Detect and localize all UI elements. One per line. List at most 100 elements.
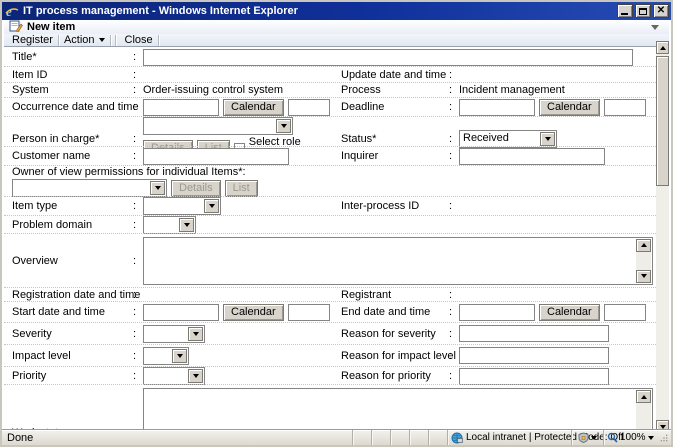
overview-textarea[interactable] xyxy=(143,237,653,285)
occurrence-calendar-button[interactable]: Calendar xyxy=(223,99,284,116)
zone-pane: Local intranet | Protected Mode: Off xyxy=(447,430,571,445)
chevron-down-icon[interactable] xyxy=(651,25,659,30)
problem-domain-select[interactable] xyxy=(143,216,196,234)
process-label: Process xyxy=(341,84,449,96)
occurrence-date-input[interactable] xyxy=(143,99,219,116)
start-date-input[interactable] xyxy=(143,304,219,321)
scrollbar-thumb[interactable] xyxy=(656,56,669,186)
row-item-id: Item ID : Update date and time : xyxy=(4,66,660,82)
safety-pane[interactable] xyxy=(571,430,603,445)
start-calendar-button[interactable]: Calendar xyxy=(223,304,284,321)
reason-priority-label: Reason for priority xyxy=(341,370,449,382)
owner-permissions-label: Owner of view permissions for individual… xyxy=(12,166,660,179)
owner-details-button[interactable]: Details xyxy=(171,180,221,197)
ie-logo-icon: e xyxy=(5,4,19,18)
work-status-scrollbar[interactable] xyxy=(636,390,651,433)
inquirer-label: Inquirer xyxy=(341,150,449,162)
priority-label: Priority xyxy=(4,370,133,382)
reason-priority-input[interactable] xyxy=(459,368,609,385)
scroll-up-icon[interactable] xyxy=(636,239,651,252)
row-person-in-charge: Person in charge* : Details List Select … xyxy=(4,116,660,146)
status-pane xyxy=(390,430,409,445)
process-value: Incident management xyxy=(459,84,565,96)
zoom-pane[interactable]: 100% xyxy=(603,430,657,445)
row-start-end-date: Start date and time : Calendar End date … xyxy=(4,301,660,322)
row-problem-domain: Problem domain : xyxy=(4,215,660,233)
status-text: Done xyxy=(2,430,352,445)
end-time-input[interactable] xyxy=(604,304,646,321)
intranet-zone-icon xyxy=(451,432,463,444)
inter-process-id-label: Inter-process ID xyxy=(341,200,449,212)
end-date-input[interactable] xyxy=(459,304,535,321)
customer-name-input[interactable] xyxy=(143,148,289,165)
end-calendar-button[interactable]: Calendar xyxy=(539,304,600,321)
safety-icon xyxy=(578,432,589,443)
action-menu-button[interactable]: Action xyxy=(59,34,110,46)
deadline-calendar-button[interactable]: Calendar xyxy=(539,99,600,116)
status-pane xyxy=(352,430,371,445)
overview-scrollbar[interactable] xyxy=(636,239,651,283)
row-title: Title* : xyxy=(4,48,660,66)
person-in-charge-label: Person in charge* xyxy=(4,133,133,145)
impact-level-select[interactable] xyxy=(143,347,189,365)
priority-select[interactable] xyxy=(143,367,205,385)
scroll-down-icon[interactable] xyxy=(636,270,651,283)
row-severity: Severity : Reason for severity : xyxy=(4,322,660,344)
update-date-label: Update date and time xyxy=(341,69,449,81)
new-item-icon xyxy=(9,19,23,35)
title-bar: e IT process management - Windows Intern… xyxy=(2,2,671,20)
end-date-label: End date and time xyxy=(341,306,449,318)
minimize-icon[interactable] xyxy=(617,4,633,18)
problem-domain-label: Problem domain xyxy=(4,219,133,231)
item-type-label: Item type xyxy=(4,200,133,212)
action-dropdown-icon xyxy=(99,38,105,42)
scroll-up-icon[interactable] xyxy=(656,41,669,54)
new-item-form: Title* : Item ID : Update date and time … xyxy=(4,48,660,433)
scroll-up-icon[interactable] xyxy=(636,390,651,403)
status-select[interactable]: Received xyxy=(459,130,557,148)
deadline-time-input[interactable] xyxy=(604,99,646,116)
maximize-icon[interactable] xyxy=(635,4,651,18)
status-pane xyxy=(428,430,447,445)
owner-list-button[interactable]: List xyxy=(225,180,258,197)
menu-separator xyxy=(115,35,116,46)
system-label: System xyxy=(4,84,133,96)
reason-impact-input[interactable] xyxy=(459,347,609,364)
row-work-status: Work status : xyxy=(4,384,660,433)
row-item-type: Item type : Inter-process ID : xyxy=(4,196,660,215)
page-scrollbar[interactable] xyxy=(656,41,669,433)
menu-separator xyxy=(158,35,159,46)
reason-severity-input[interactable] xyxy=(459,325,609,342)
browser-window: e IT process management - Windows Intern… xyxy=(0,0,673,447)
row-priority: Priority : Reason for priority : xyxy=(4,366,660,384)
register-button[interactable]: Register xyxy=(7,34,58,46)
start-time-input[interactable] xyxy=(288,304,330,321)
registration-date-label: Registration date and time xyxy=(4,289,133,301)
page-header: New item xyxy=(4,20,669,34)
system-value: Order-issuing control system xyxy=(143,84,283,96)
title-input[interactable] xyxy=(143,49,633,66)
resize-grip-icon[interactable] xyxy=(657,430,671,445)
deadline-date-input[interactable] xyxy=(459,99,535,116)
item-type-select[interactable] xyxy=(143,197,221,215)
page-title: New item xyxy=(23,21,75,33)
safety-dropdown-icon xyxy=(591,436,597,440)
severity-label: Severity xyxy=(4,328,133,340)
occurrence-time-input[interactable] xyxy=(288,99,330,116)
row-owner-permissions: Owner of view permissions for individual… xyxy=(4,165,660,196)
status-bar: Done Local intranet | Protected Mode: Of… xyxy=(2,429,671,445)
status-selected-value: Received xyxy=(463,132,509,144)
close-icon[interactable]: ✕ xyxy=(653,4,669,18)
owner-permissions-select[interactable] xyxy=(12,179,167,197)
row-customer-name: Customer name : Inquirer : xyxy=(4,146,660,165)
status-pane xyxy=(409,430,428,445)
row-system: System : Order-issuing control system Pr… xyxy=(4,82,660,97)
work-status-textarea[interactable] xyxy=(143,388,653,433)
person-in-charge-select[interactable] xyxy=(143,117,293,135)
severity-select[interactable] xyxy=(143,325,205,343)
zoom-icon xyxy=(607,432,618,443)
inquirer-input[interactable] xyxy=(459,148,605,165)
close-button[interactable]: Close xyxy=(120,34,158,46)
start-date-label: Start date and time xyxy=(4,306,133,318)
customer-name-label: Customer name xyxy=(4,150,133,162)
